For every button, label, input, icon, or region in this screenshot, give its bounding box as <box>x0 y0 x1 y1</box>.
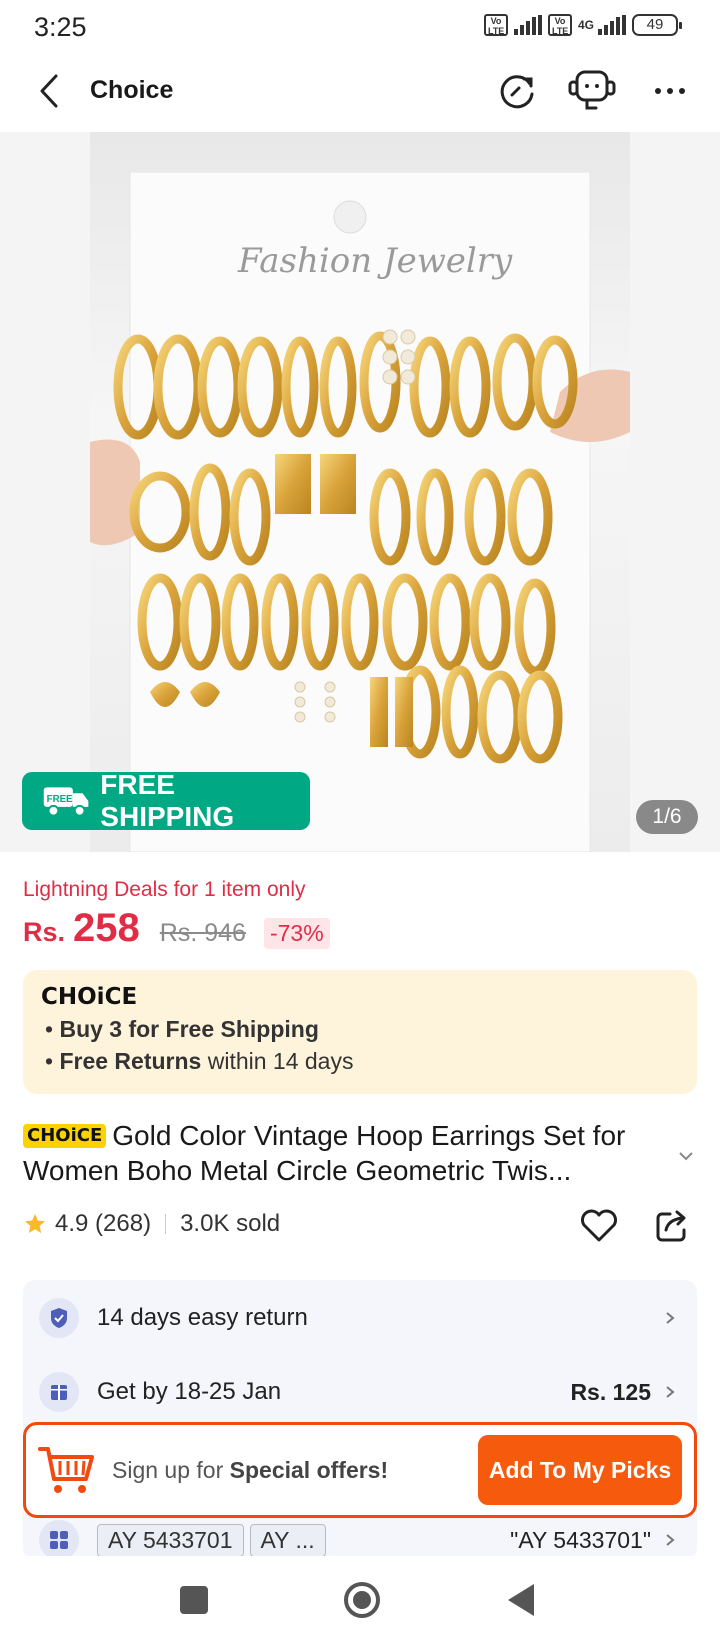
lightning-deal-text: Lightning Deals for 1 item only <box>23 878 306 901</box>
status-time: 3:25 <box>34 12 87 42</box>
status-icons: Vo LTE Vo LTE 4G 49 <box>483 14 682 36</box>
share-icon <box>656 1210 686 1242</box>
free-shipping-label: FREE SHIPPING <box>100 769 235 832</box>
signal-icon <box>598 15 626 35</box>
choice-badge: CHOiCE <box>23 1124 107 1148</box>
currency-label: Rs. <box>23 917 66 947</box>
support-agent-icon <box>568 70 616 110</box>
add-to-my-picks-button[interactable]: Add To My Picks <box>478 1435 682 1505</box>
delivery-price: Rs. 125 <box>570 1378 651 1405</box>
promo-text-bold: Special offers! <box>229 1457 389 1483</box>
sold-count: 3.0K sold <box>180 1210 281 1237</box>
star-icon <box>25 1214 45 1233</box>
product-title[interactable]: CHOiCE Gold Color Vintage Hoop Earrings S… <box>23 1118 663 1188</box>
more-icon <box>655 88 685 94</box>
volte-icon: Vo LTE <box>483 14 508 36</box>
share-button[interactable] <box>652 1206 692 1246</box>
back-arrow-icon <box>40 74 58 108</box>
free-badge-text: FREE <box>47 794 73 805</box>
page-title: Choice <box>90 76 174 104</box>
price-row: Rs. 258 Rs. 946 -73% <box>23 906 330 951</box>
heart-icon <box>581 1209 617 1242</box>
promo-text: Sign up for Special offers! <box>112 1457 388 1484</box>
delivery-row[interactable]: Get by 18-25 Jan Rs. 125 <box>23 1362 697 1422</box>
benefit-free-returns-bold: Free Returns <box>59 1048 202 1074</box>
network-type: 4G <box>577 18 594 32</box>
delivery-label: Get by 18-25 Jan <box>97 1378 282 1405</box>
review-count: (268) <box>95 1210 152 1237</box>
chevron-right-icon <box>666 1386 675 1398</box>
back-button[interactable] <box>28 68 74 114</box>
refresh-button[interactable] <box>492 66 544 116</box>
signal-icon <box>513 15 542 35</box>
benefit-free-returns: • Free Returns within 14 days <box>45 1048 354 1074</box>
discount-badge: -73% <box>263 918 330 949</box>
volte-icon: Vo LTE <box>547 14 572 36</box>
shield-check-icon <box>39 1298 79 1338</box>
original-price: Rs. 946 <box>159 919 246 947</box>
image-counter: 1/6 <box>636 800 698 834</box>
refresh-icon <box>500 75 534 109</box>
chevron-right-icon <box>666 1534 675 1546</box>
benefit-free-returns-rest: within 14 days <box>201 1048 354 1074</box>
grid-icon <box>39 1520 79 1560</box>
recents-button[interactable] <box>180 1586 208 1614</box>
support-button[interactable] <box>566 66 618 116</box>
rating-row[interactable]: 4.9 (268) 3.0K sold <box>23 1210 280 1238</box>
earrings-illustration: Fashion Jewelry <box>90 171 630 852</box>
returns-row[interactable]: 14 days easy return <box>23 1288 697 1348</box>
divider <box>165 1214 167 1234</box>
rating-value: 4.9 <box>55 1210 89 1237</box>
product-title-text: Gold Color Vintage Hoop Earrings Set for… <box>23 1120 626 1186</box>
selected-sku: "AY 5433701" <box>510 1526 651 1553</box>
nav-back-button[interactable] <box>506 1582 536 1618</box>
sku-option[interactable]: AY ... <box>249 1523 326 1557</box>
benefit-free-shipping-text: Buy 3 for Free Shipping <box>59 1016 319 1042</box>
sku-option[interactable]: AY 5433701 <box>97 1523 244 1557</box>
delivery-truck-icon: FREE <box>43 787 89 817</box>
battery-icon: 49 <box>632 14 682 36</box>
promo-text-pre: Sign up for <box>112 1457 230 1483</box>
package-icon <box>39 1372 79 1412</box>
returns-label: 14 days easy return <box>97 1304 308 1331</box>
shopping-cart-icon <box>38 1447 94 1493</box>
top-app-bar: Choice <box>0 56 720 126</box>
benefit-free-shipping: • Buy 3 for Free Shipping <box>45 1016 319 1042</box>
product-image-gallery[interactable]: Fashion Jewelry <box>0 132 720 852</box>
signup-promo-bar[interactable]: Sign up for Special offers! Add To My Pi… <box>23 1422 697 1518</box>
status-bar: 3:25 Vo LTE Vo LTE 4G 49 <box>0 0 720 52</box>
free-shipping-banner: FREE FREE SHIPPING <box>22 769 310 832</box>
product-photo: Fashion Jewelry <box>90 132 630 852</box>
system-nav-bar <box>0 1556 720 1650</box>
expand-chevron-icon[interactable] <box>676 1146 696 1166</box>
wishlist-button[interactable] <box>578 1206 620 1246</box>
current-price: 258 <box>73 906 140 950</box>
choice-benefits-box[interactable]: CHOiCE • Buy 3 for Free Shipping • Free … <box>23 970 697 1094</box>
chevron-right-icon <box>666 1312 675 1324</box>
brand-card-text: Fashion Jewelry <box>237 241 513 281</box>
home-button[interactable] <box>342 1580 382 1620</box>
more-button[interactable] <box>644 66 696 116</box>
choice-logo: CHOiCE <box>41 984 138 1010</box>
